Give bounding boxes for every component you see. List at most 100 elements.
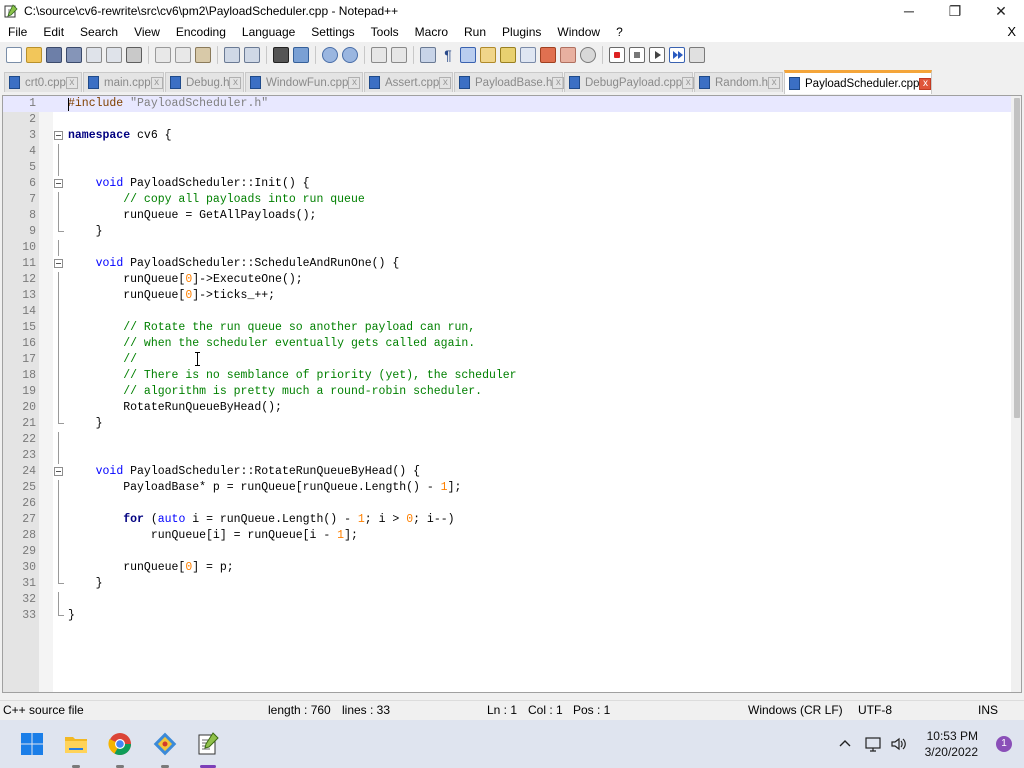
maximize-button[interactable]: ❐ [932, 0, 978, 22]
notepadpp-icon[interactable] [196, 732, 220, 756]
code-text[interactable]: runQueue[0] = p; [68, 560, 233, 576]
code-line[interactable]: 3 namespace cv6 { [3, 128, 1013, 144]
code-line[interactable]: 31 } [3, 576, 1013, 592]
code-text[interactable]: } [68, 416, 103, 432]
record-macro-icon[interactable] [609, 47, 625, 63]
open-file-icon[interactable] [26, 47, 42, 63]
code-text[interactable]: #include "PayloadScheduler.h" [68, 96, 268, 112]
code-line[interactable]: 29 [3, 544, 1013, 560]
code-text[interactable]: } [68, 576, 103, 592]
notification-badge[interactable]: 1 [996, 736, 1012, 752]
function-list-icon[interactable] [540, 47, 556, 63]
menu-plugins[interactable]: Plugins [494, 22, 549, 42]
code-line[interactable]: 15 // Rotate the run queue so another pa… [3, 320, 1013, 336]
code-line[interactable]: 14 [3, 304, 1013, 320]
code-text[interactable]: void PayloadScheduler::RotateRunQueueByH… [68, 464, 420, 480]
close-all-icon[interactable] [106, 47, 122, 63]
menu-macro[interactable]: Macro [407, 22, 456, 42]
save-icon[interactable] [46, 47, 62, 63]
redo-icon[interactable] [244, 47, 260, 63]
tab-debugpayload-cpp[interactable]: DebugPayload.cpp x [564, 72, 695, 92]
udl-icon[interactable] [480, 47, 496, 63]
code-line[interactable]: 2 [3, 112, 1013, 128]
code-line[interactable]: 6 void PayloadScheduler::Init() { [3, 176, 1013, 192]
tab-close-icon[interactable]: x [150, 76, 163, 89]
monitoring-icon[interactable] [580, 47, 596, 63]
tab-close-icon[interactable]: x [439, 76, 452, 89]
run-macro-multiple-icon[interactable] [669, 47, 685, 63]
code-text[interactable]: } [68, 224, 103, 240]
code-line[interactable]: 28 runQueue[i] = runQueue[i - 1]; [3, 528, 1013, 544]
code-line[interactable]: 16 // when the scheduler eventually gets… [3, 336, 1013, 352]
tab-close-icon[interactable]: x [229, 76, 242, 89]
menu-run[interactable]: Run [456, 22, 494, 42]
replace-icon[interactable] [293, 47, 309, 63]
status-eol[interactable]: Windows (CR LF) [748, 703, 843, 717]
code-line[interactable]: 5 [3, 160, 1013, 176]
print-icon[interactable] [126, 47, 142, 63]
code-text[interactable]: PayloadBase* p = runQueue[runQueue.Lengt… [68, 480, 461, 496]
menu-view[interactable]: View [126, 22, 168, 42]
play-macro-icon[interactable] [649, 47, 665, 63]
code-line[interactable]: 18 // There is no semblance of priority … [3, 368, 1013, 384]
close-icon[interactable] [86, 47, 102, 63]
code-text[interactable]: // when the scheduler eventually gets ca… [68, 336, 475, 352]
code-text[interactable]: runQueue[0]->ticks_++; [68, 288, 275, 304]
save-macro-icon[interactable] [689, 47, 705, 63]
code-text[interactable]: namespace cv6 { [68, 128, 172, 144]
code-line[interactable]: 33} [3, 608, 1013, 624]
undo-icon[interactable] [224, 47, 240, 63]
tab-random-h[interactable]: Random.h x [694, 72, 783, 92]
doc-list-icon[interactable] [520, 47, 536, 63]
code-line[interactable]: 11 void PayloadScheduler::ScheduleAndRun… [3, 256, 1013, 272]
word-wrap-icon[interactable] [420, 47, 436, 63]
menu-tools[interactable]: Tools [363, 22, 407, 42]
tab-close-icon[interactable]: x [919, 77, 932, 90]
code-line[interactable]: 7 // copy all payloads into run queue [3, 192, 1013, 208]
code-text[interactable]: void PayloadScheduler::ScheduleAndRunOne… [68, 256, 400, 272]
minimize-button[interactable]: ─ [886, 0, 932, 22]
menu-encoding[interactable]: Encoding [168, 22, 234, 42]
code-line[interactable]: 19 // algorithm is pretty much a round-r… [3, 384, 1013, 400]
code-text[interactable]: runQueue[0]->ExecuteOne(); [68, 272, 302, 288]
doc-map-icon[interactable] [500, 47, 516, 63]
code-text[interactable]: for (auto i = runQueue.Length() - 1; i >… [68, 512, 454, 528]
save-all-icon[interactable] [66, 47, 82, 63]
menu-file[interactable]: File [0, 22, 35, 42]
code-text[interactable]: // [68, 352, 137, 368]
tab-debug-h[interactable]: Debug.h x [165, 72, 244, 92]
code-line[interactable]: 20 RotateRunQueueByHead(); [3, 400, 1013, 416]
code-line[interactable]: 17 // [3, 352, 1013, 368]
zoom-out-icon[interactable] [342, 47, 358, 63]
code-text[interactable]: runQueue = GetAllPayloads(); [68, 208, 316, 224]
sync-horizontal-icon[interactable] [391, 47, 407, 63]
code-line[interactable]: 23 [3, 448, 1013, 464]
system-clock[interactable]: 10:53 PM 3/20/2022 [925, 728, 978, 760]
code-text[interactable]: } [68, 608, 75, 624]
fold-toggle-icon[interactable] [54, 467, 63, 476]
code-line[interactable]: 32 [3, 592, 1013, 608]
copy-icon[interactable] [175, 47, 191, 63]
volume-icon[interactable] [890, 720, 908, 768]
tab-assert-cpp[interactable]: Assert.cpp x [364, 72, 453, 92]
chrome-icon[interactable] [108, 732, 132, 756]
windows-start-icon[interactable] [20, 732, 44, 756]
show-all-chars-icon[interactable]: ¶ [440, 47, 456, 63]
code-lines[interactable]: 1 #include "PayloadScheduler.h" 2 3 namespac… [3, 96, 1013, 624]
tab-close-icon[interactable]: x [768, 76, 781, 89]
code-text[interactable]: // copy all payloads into run queue [68, 192, 365, 208]
code-text[interactable]: // There is no semblance of priority (ye… [68, 368, 516, 384]
tab-close-icon[interactable]: x [65, 76, 78, 89]
menu-window[interactable]: Window [549, 22, 608, 42]
menu-edit[interactable]: Edit [35, 22, 72, 42]
code-line[interactable]: 10 [3, 240, 1013, 256]
code-editor[interactable]: 1 #include "PayloadScheduler.h" 2 3 namespac… [2, 95, 1022, 693]
stop-record-icon[interactable] [629, 47, 645, 63]
find-icon[interactable] [273, 47, 289, 63]
indent-guide-icon[interactable] [460, 47, 476, 63]
new-file-icon[interactable] [6, 47, 22, 63]
code-line[interactable]: 25 PayloadBase* p = runQueue[runQueue.Le… [3, 480, 1013, 496]
tab-windowfun-cpp[interactable]: WindowFun.cpp x [245, 72, 363, 92]
code-text[interactable]: runQueue[i] = runQueue[i - 1]; [68, 528, 358, 544]
sync-vertical-icon[interactable] [371, 47, 387, 63]
